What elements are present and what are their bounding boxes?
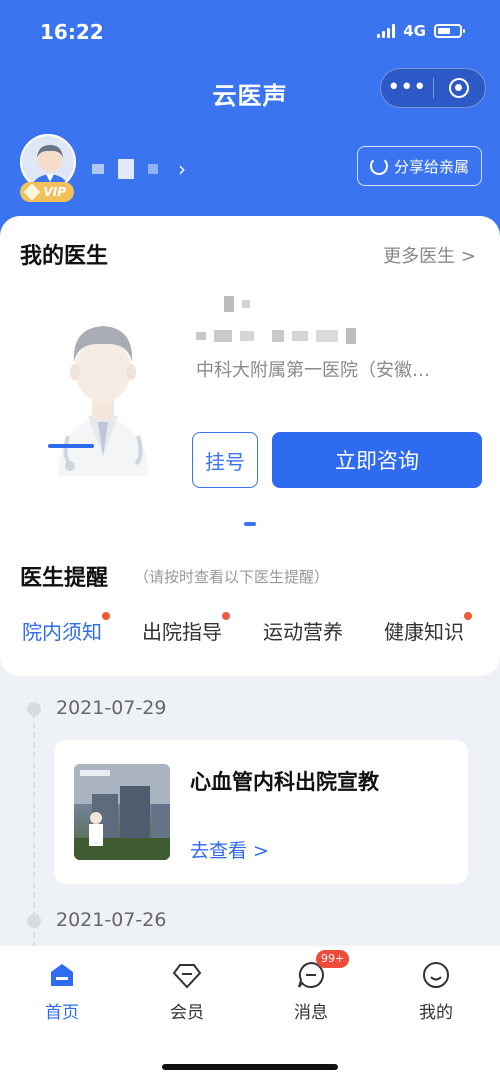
username-redacted xyxy=(92,164,104,174)
message-icon: 99+ xyxy=(296,950,350,990)
doctor-hospital: 中科大附属第一医院（安徽… xyxy=(196,360,430,381)
smiley-icon xyxy=(421,960,451,990)
unread-dot xyxy=(464,612,472,620)
membership-diamond-icon xyxy=(172,960,202,990)
timeline-date: 2021-07-29 xyxy=(56,697,167,719)
network-type: 4G xyxy=(403,22,426,40)
consult-now-button[interactable]: 立即咨询 xyxy=(272,432,482,488)
article-title: 心血管内科出院宣教 xyxy=(190,770,379,794)
target-icon xyxy=(449,78,470,98)
signal-icon xyxy=(377,24,396,38)
timeline-line xyxy=(33,712,35,948)
share-to-family-button[interactable]: 分享给亲属 xyxy=(356,146,482,186)
close-mini-program-button[interactable] xyxy=(433,78,485,98)
tabbar-membership[interactable]: 会员 xyxy=(147,960,227,1023)
tab-hospital-notice[interactable]: 院内须知 xyxy=(22,612,110,645)
mini-program-capsule: ••• xyxy=(380,68,486,108)
tab-health-knowledge[interactable]: 健康知识 xyxy=(384,612,472,645)
doctor-name-redacted xyxy=(196,296,250,312)
doctor-avatar-icon xyxy=(58,326,148,476)
register-button[interactable]: 挂号 xyxy=(192,432,258,488)
battery-icon xyxy=(434,24,465,38)
message-count-badge: 99+ xyxy=(316,950,350,968)
unread-dot xyxy=(222,612,230,620)
tabbar-messages[interactable]: 99+ 消息 xyxy=(271,950,351,1023)
chevron-right-icon: › xyxy=(178,157,186,181)
tabbar-home[interactable]: 首页 xyxy=(22,960,102,1023)
status-time: 16:22 xyxy=(40,20,104,44)
more-icon[interactable]: ••• xyxy=(381,77,433,99)
share-refresh-icon xyxy=(369,157,388,175)
timeline-dot xyxy=(27,914,41,928)
timeline-dot xyxy=(27,702,41,716)
doctor-title-redacted xyxy=(196,328,356,344)
diamond-icon xyxy=(23,183,41,201)
active-tab-underline xyxy=(48,444,94,448)
article-card[interactable]: 心血管内科出院宣教 去查看 > xyxy=(54,740,468,884)
username-link[interactable]: › xyxy=(92,157,186,181)
carousel-indicator xyxy=(244,522,256,526)
article-thumbnail xyxy=(74,764,170,860)
share-button-label: 分享给亲属 xyxy=(393,157,469,176)
tab-exercise-nutrition[interactable]: 运动营养 xyxy=(263,616,343,645)
vip-badge: VIP xyxy=(20,182,74,202)
unread-dot xyxy=(102,612,110,620)
home-icon xyxy=(47,960,77,990)
reminder-tabs: 院内须知 出院指导 运动营养 健康知识 xyxy=(0,612,500,666)
status-bar: 16:22 4G xyxy=(0,0,500,62)
tabbar-me[interactable]: 我的 xyxy=(396,960,476,1023)
tab-discharge-guide[interactable]: 出院指导 xyxy=(142,612,230,645)
username-redacted xyxy=(148,164,158,174)
view-article-link[interactable]: 去查看 > xyxy=(190,836,269,863)
user-avatar-block[interactable]: VIP xyxy=(20,134,76,204)
more-doctors-link[interactable]: 更多医生 > xyxy=(383,242,476,268)
home-indicator xyxy=(162,1064,338,1070)
username-redacted xyxy=(118,159,134,179)
reminder-subtitle: （请按时查看以下医生提醒） xyxy=(134,568,330,586)
bottom-tab-bar: 首页 会员 99+ 消息 我的 xyxy=(0,946,500,1083)
status-indicators: 4G xyxy=(377,22,465,40)
timeline-date: 2021-07-26 xyxy=(56,909,167,931)
my-doctor-title: 我的医生 xyxy=(20,244,109,269)
reminder-title: 医生提醒 xyxy=(20,566,109,591)
